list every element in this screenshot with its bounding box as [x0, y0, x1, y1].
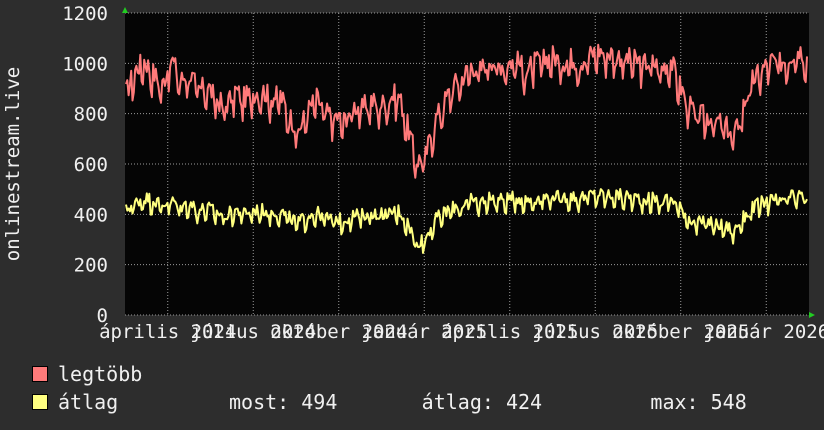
legend-swatch-avg — [32, 394, 48, 410]
chart-container: 0 200 400 600 800 1000 1200 április 2024 július… — [0, 0, 824, 430]
y-axis-arrow-icon — [122, 7, 128, 13]
y-tick-label: 1000 — [62, 53, 108, 75]
y-axis-label: onlinestream.live — [2, 67, 24, 261]
legend-stats: most: 494 átlag: 424 max: 548 — [229, 390, 747, 414]
x-tick-label: január 2026 — [703, 321, 824, 343]
legend-swatch-max — [32, 366, 48, 382]
y-ticks: 020040060080010001200 — [62, 3, 108, 327]
legend-max-label: legtöbb — [58, 362, 143, 386]
y-tick-label: 200 — [74, 255, 108, 277]
legend-avg-label: átlag — [58, 390, 119, 414]
y-tick-label: 400 — [74, 204, 108, 226]
y-tick-label: 1200 — [62, 3, 108, 25]
x-axis-arrow-icon — [809, 312, 815, 318]
x-ticks: április 2024július 2024október 2024januá… — [99, 321, 824, 343]
y-tick-label: 800 — [74, 104, 108, 126]
y-tick-label: 600 — [74, 154, 108, 176]
